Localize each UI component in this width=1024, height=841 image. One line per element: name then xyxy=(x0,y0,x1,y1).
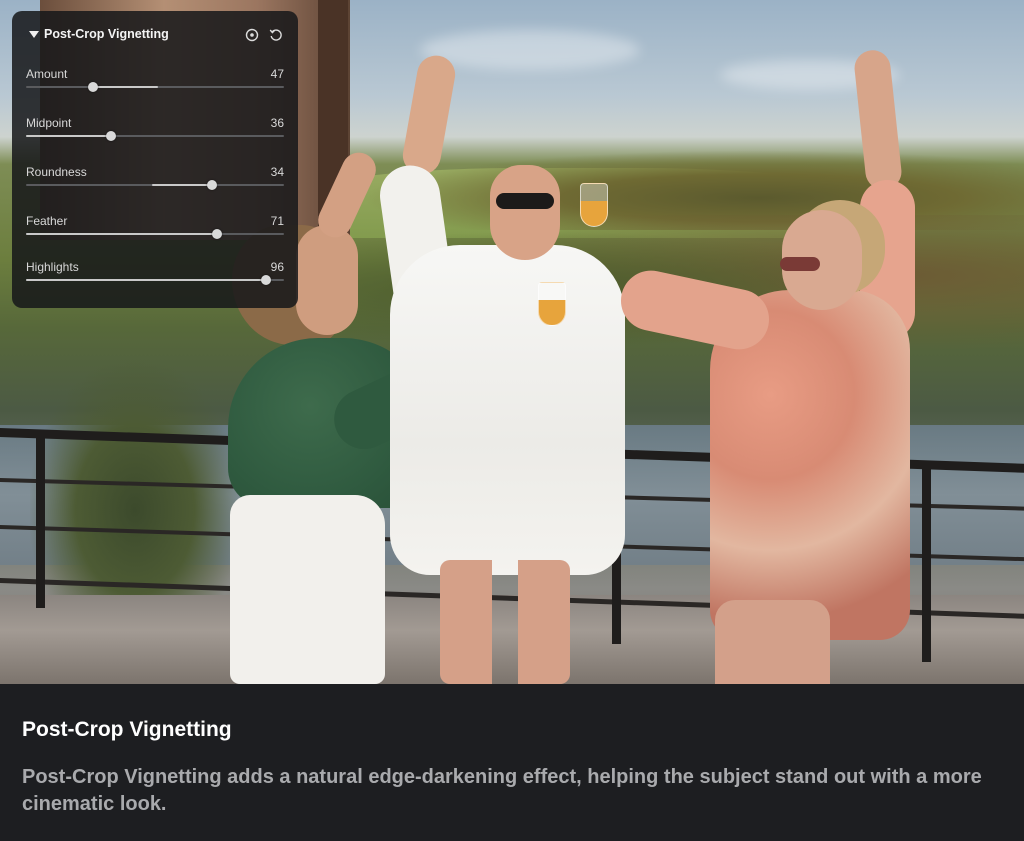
slider-track[interactable] xyxy=(26,229,284,239)
railing-post xyxy=(36,430,45,608)
slider-fill xyxy=(26,279,266,281)
slider-label: Roundness xyxy=(26,165,87,179)
person-left-shorts xyxy=(230,495,385,684)
slider-label: Highlights xyxy=(26,260,79,274)
slider-thumb[interactable] xyxy=(88,82,99,92)
slider-thumb[interactable] xyxy=(106,131,117,141)
sunglasses xyxy=(780,257,820,271)
slider-fill xyxy=(93,86,158,88)
railing-post xyxy=(922,462,931,662)
post-crop-vignetting-panel: Post-Crop Vignetting Amount 47 Midpoint … xyxy=(12,11,298,308)
slider-row-roundness: Roundness 34 xyxy=(26,165,284,205)
slider-row-midpoint: Midpoint 36 xyxy=(26,116,284,156)
slider-value[interactable]: 47 xyxy=(271,67,284,81)
slider-value[interactable]: 71 xyxy=(271,214,284,228)
triangle-down-icon[interactable] xyxy=(29,31,39,38)
slider-track[interactable] xyxy=(26,275,284,285)
person-center-head xyxy=(490,165,560,260)
slider-value[interactable]: 96 xyxy=(271,260,284,274)
caption-description: Post-Crop Vignetting adds a natural edge… xyxy=(22,766,982,815)
slider-label: Midpoint xyxy=(26,116,72,130)
slider-thumb[interactable] xyxy=(206,180,217,190)
slider-track[interactable] xyxy=(26,131,284,141)
slider-value[interactable]: 36 xyxy=(271,116,284,130)
person-center-dress xyxy=(390,245,625,575)
slider-track[interactable] xyxy=(26,180,284,190)
slider-thumb[interactable] xyxy=(260,275,271,285)
caption: Post-Crop Vignetting Post-Crop Vignettin… xyxy=(0,684,1024,841)
slider-thumb[interactable] xyxy=(211,229,222,239)
slider-row-amount: Amount 47 xyxy=(26,67,284,107)
slider-row-highlights: Highlights 96 xyxy=(26,260,284,300)
person-left-head xyxy=(296,225,358,335)
reset-icon[interactable] xyxy=(268,27,284,43)
wine-glass xyxy=(538,282,566,326)
person-center-legs xyxy=(440,560,570,684)
slider-track[interactable] xyxy=(26,82,284,92)
slider-value[interactable]: 34 xyxy=(271,165,284,179)
panel-header[interactable]: Post-Crop Vignetting xyxy=(12,11,298,57)
slider-row-feather: Feather 71 xyxy=(26,214,284,254)
wine-glass xyxy=(580,183,608,227)
slider-label: Amount xyxy=(26,67,68,81)
caption-title: Post-Crop Vignetting xyxy=(22,718,232,741)
slider-fill xyxy=(26,233,217,235)
sunglasses xyxy=(496,193,554,209)
slider-label: Feather xyxy=(26,214,68,228)
cloud xyxy=(420,30,640,70)
person-right-legs xyxy=(715,600,830,684)
slider-fill xyxy=(26,135,112,137)
slider-fill xyxy=(152,184,212,186)
panel-title: Post-Crop Vignetting xyxy=(44,27,169,41)
eye-icon[interactable] xyxy=(244,27,260,43)
